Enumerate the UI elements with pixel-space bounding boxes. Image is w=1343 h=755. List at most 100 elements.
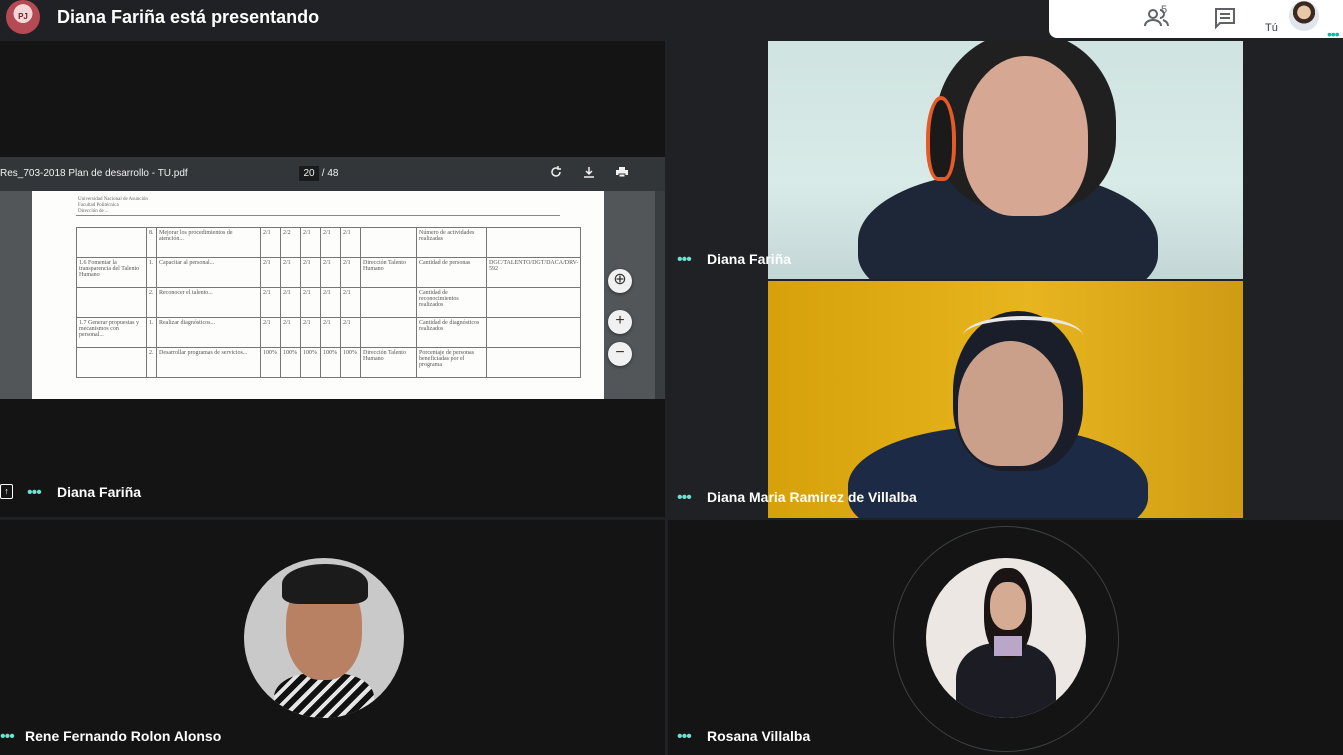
pdf-table-cell: 2/1 [340,317,361,348]
pdf-table-cell: 2/1 [320,227,341,258]
pdf-table-cell: Mejorar los procedimientos de atención..… [156,227,261,258]
pdf-table-cell: DGC/TALENTO/DGT/DACA/DRV-592 [485,257,582,288]
pdf-table-row: 1.6 Fomentar la transparencia del Talent… [76,257,582,288]
headset-icon [926,96,956,181]
pdf-table-cell: Dirección Talento Humano [360,257,417,288]
pdf-table-cell [360,227,417,258]
participant-video[interactable] [768,41,1243,279]
pdf-table-cell: 100% [320,347,341,378]
pdf-table-row: 2. Reconocer el talento... 2/1 2/1 2/1 2/1 2/1… [76,287,582,318]
participant-name: Diana Fariña [57,484,142,500]
pdf-table-cell: 100% [280,347,301,378]
headband [963,316,1083,356]
pdf-doc-header: Universidad Nacional de Asunción Faculta… [78,197,148,215]
participant-tile[interactable] [0,520,665,755]
pdf-table-cell: 2/1 [260,317,281,348]
pdf-table-cell: 2/1 [280,287,301,318]
pdf-table-cell: 2/1 [260,257,281,288]
pdf-table-cell [76,287,147,318]
pdf-table-cell: Cantidad de diagnósticos realizados [416,317,487,348]
pdf-table-cell [76,347,147,378]
participant-tile[interactable] [668,520,1343,755]
pdf-table-cell: 2/1 [280,257,301,288]
self-avatar[interactable] [1289,1,1319,31]
pdf-page-current[interactable]: 20 [299,166,319,181]
pdf-table-cell: 1. [146,257,157,288]
pdf-table-cell [485,317,582,348]
pdf-table-cell: 1.7 Generar propuestas y mecanismos con … [76,317,147,348]
zoom-out-icon[interactable]: − [608,342,632,366]
people-count: 5 [1161,4,1168,16]
pdf-table-cell: 2/1 [300,287,321,318]
pdf-table-cell: 2. [146,347,157,378]
pdf-table-cell: 8. [146,227,157,258]
pdf-table-cell: 2/1 [340,227,361,258]
pdf-table-cell: 100% [300,347,321,378]
avatar-scarf [994,636,1022,656]
more-dots-icon[interactable]: ••• [27,485,42,501]
print-icon[interactable] [614,166,630,182]
participant-avatar [244,558,404,718]
person-face [958,341,1063,466]
people-button[interactable] [1137,4,1177,32]
pdf-table-row: 2. Desarrollar programas de servicios... 1… [76,347,582,378]
chat-icon [1215,8,1235,29]
avatar-face [990,582,1026,630]
pdf-divider [76,215,560,216]
presenter-avatar: PJ [6,0,40,34]
pdf-table-cell: Porcentaje de personas beneficiadas por … [416,347,487,378]
pdf-table-cell: Cantidad de personas [416,257,487,288]
pdf-table: 8. Mejorar los procedimientos de atención… [76,227,582,378]
participant-video[interactable] [768,281,1243,518]
more-dots-icon[interactable]: ••• [677,252,692,268]
pdf-table-cell: Desarrollar programas de servicios... [156,347,261,378]
pdf-table-cell: 2/1 [320,287,341,318]
pdf-table-cell: Número de actividades realizadas [416,227,487,258]
pdf-table-cell: 1.6 Fomentar la transparencia del Talent… [76,257,147,288]
pdf-table-cell: 2/1 [300,257,321,288]
pdf-table-cell: 100% [260,347,281,378]
pdf-table-cell [360,287,417,318]
chat-button[interactable] [1209,4,1241,32]
more-dots-icon[interactable]: ••• [0,729,15,745]
participant-name: Diana Fariña [707,251,792,267]
pdf-table-row: 1.7 Generar propuestas y mecanismos con … [76,317,582,348]
participant-avatar [926,558,1086,718]
rotate-icon[interactable] [548,166,564,182]
shared-screen[interactable]: Res_703-2018 Plan de desarrollo - TU.pdf… [0,157,665,399]
top-right-panel: 5 Tú ••• [1049,0,1343,42]
pdf-document-page: Universidad Nacional de Asunción Faculta… [32,191,604,399]
pdf-table-row: 8. Mejorar los procedimientos de atención… [76,227,582,258]
more-dots-icon[interactable]: ••• [677,490,692,506]
pdf-table-cell: 100% [340,347,361,378]
pdf-table-cell: 2/1 [320,257,341,288]
more-dots-icon[interactable]: ••• [677,729,692,745]
presenting-title: Diana Fariña está presentando [57,7,320,27]
pdf-table-cell: 2. [146,287,157,318]
top-bar: PJ Diana Fariña está presentando 5 Tú ••… [0,0,1343,42]
zoom-in-icon[interactable]: + [608,310,632,334]
self-label: Tú [1265,22,1278,34]
pdf-table-cell: 2/1 [340,287,361,318]
participant-name: Rosana Villalba [707,728,811,744]
pdf-scrollbar[interactable] [655,191,665,399]
pdf-table-cell: 2/1 [340,257,361,288]
fit-page-icon[interactable]: ⊕ [608,269,632,293]
download-icon[interactable] [581,166,597,182]
pdf-table-cell: 2/1 [300,317,321,348]
pdf-table-cell: 2/1 [320,317,341,348]
pdf-table-cell: Cantidad de reconocimientos realizados [416,287,487,318]
pdf-table-cell [360,317,417,348]
participant-name: Diana Maria Ramirez de Villalba [707,489,917,505]
present-icon[interactable]: ↑ [0,484,13,499]
pdf-table-cell: 2/1 [280,317,301,348]
pdf-table-cell [485,227,582,258]
pdf-table-cell: Realizar diagnósticos... [156,317,261,348]
pdf-table-cell: Reconocer el talento... [156,287,261,318]
more-dots-icon[interactable]: ••• [1327,26,1340,42]
person-face [963,56,1088,216]
pdf-file-name: Res_703-2018 Plan de desarrollo - TU.pdf [0,168,188,179]
pdf-table-cell: 2/1 [260,227,281,258]
pdf-table-cell: Capacitar al personal... [156,257,261,288]
pdf-table-cell: 1. [146,317,157,348]
